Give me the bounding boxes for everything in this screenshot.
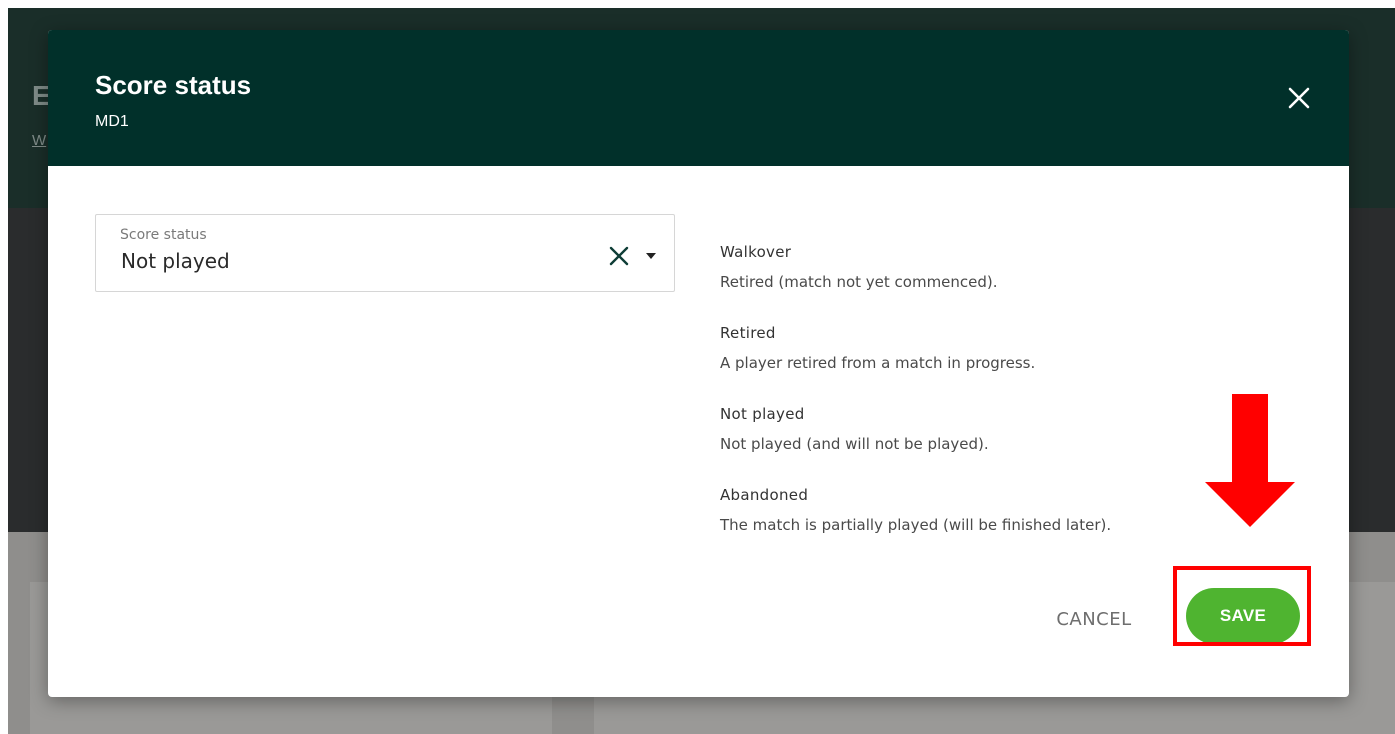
- dialog-header: Score status MD1: [48, 30, 1349, 166]
- score-status-dialog: Score status MD1 Score status Not played…: [48, 30, 1349, 697]
- caret-down-icon[interactable]: [645, 251, 657, 261]
- score-status-value: Not played: [121, 249, 230, 273]
- save-button[interactable]: SAVE: [1186, 588, 1300, 644]
- description-title: Retired: [720, 324, 776, 342]
- cancel-button[interactable]: CANCEL: [1048, 604, 1140, 636]
- dialog-title: Score status: [95, 70, 252, 100]
- description-title: Walkover: [720, 243, 792, 261]
- score-status-label: Score status: [120, 227, 207, 243]
- dialog-subtitle: MD1: [95, 113, 129, 130]
- description-walkover: Walkover Retired (match not yet commence…: [720, 242, 998, 292]
- score-status-select[interactable]: Score status Not played: [95, 214, 675, 292]
- description-abandoned: Abandoned The match is partially played …: [720, 485, 1111, 535]
- description-text: Not played (and will not be played).: [720, 435, 989, 453]
- description-not-played: Not played Not played (and will not be p…: [720, 404, 989, 454]
- description-text: A player retired from a match in progres…: [720, 354, 1036, 372]
- description-title: Not played: [720, 405, 805, 423]
- description-retired: Retired A player retired from a match in…: [720, 323, 1035, 373]
- background-link: W: [32, 132, 47, 149]
- description-text: Retired (match not yet commenced).: [720, 273, 998, 291]
- description-title: Abandoned: [720, 486, 809, 504]
- close-icon: [1288, 87, 1310, 109]
- clear-icon[interactable]: [608, 245, 630, 267]
- close-button[interactable]: [1283, 82, 1315, 114]
- description-text: The match is partially played (will be f…: [720, 516, 1112, 534]
